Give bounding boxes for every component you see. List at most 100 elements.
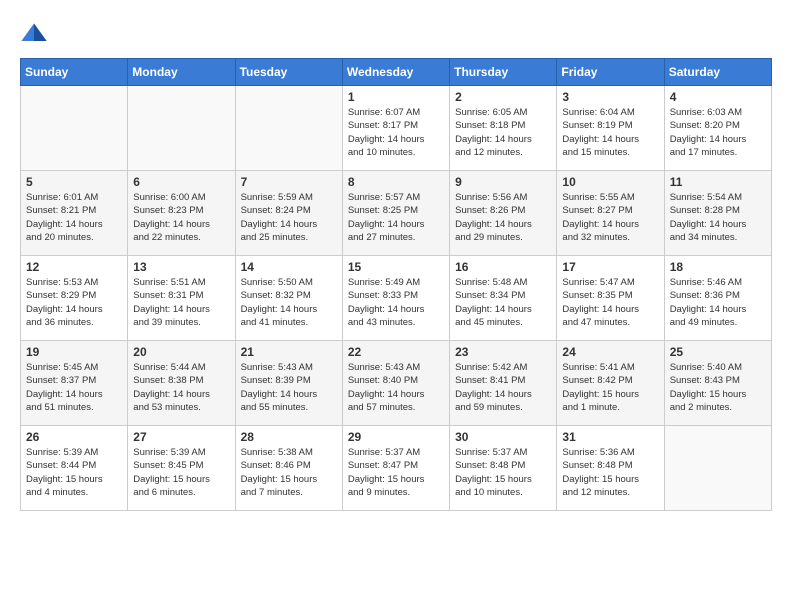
calendar-cell: 31 Sunrise: 5:36 AM Sunset: 8:48 PM Dayli… bbox=[557, 426, 664, 511]
day-number: 30 bbox=[455, 430, 551, 444]
day-info: Sunrise: 5:47 AM Sunset: 8:35 PM Dayligh… bbox=[562, 276, 658, 329]
day-number: 9 bbox=[455, 175, 551, 189]
day-number: 27 bbox=[133, 430, 229, 444]
calendar-cell: 19 Sunrise: 5:45 AM Sunset: 8:37 PM Dayli… bbox=[21, 341, 128, 426]
day-number: 1 bbox=[348, 90, 444, 104]
day-number: 28 bbox=[241, 430, 337, 444]
day-info: Sunrise: 5:45 AM Sunset: 8:37 PM Dayligh… bbox=[26, 361, 122, 414]
weekday-header-sunday: Sunday bbox=[21, 59, 128, 86]
day-info: Sunrise: 5:50 AM Sunset: 8:32 PM Dayligh… bbox=[241, 276, 337, 329]
day-info: Sunrise: 6:05 AM Sunset: 8:18 PM Dayligh… bbox=[455, 106, 551, 159]
calendar-cell: 2 Sunrise: 6:05 AM Sunset: 8:18 PM Daylig… bbox=[450, 86, 557, 171]
day-info: Sunrise: 6:04 AM Sunset: 8:19 PM Dayligh… bbox=[562, 106, 658, 159]
day-info: Sunrise: 5:54 AM Sunset: 8:28 PM Dayligh… bbox=[670, 191, 766, 244]
day-number: 8 bbox=[348, 175, 444, 189]
weekday-header-monday: Monday bbox=[128, 59, 235, 86]
day-info: Sunrise: 5:39 AM Sunset: 8:44 PM Dayligh… bbox=[26, 446, 122, 499]
calendar-cell: 21Sunrise: 5:43 AM Sunset: 8:39 PM Dayli… bbox=[235, 341, 342, 426]
day-info: Sunrise: 5:43 AM Sunset: 8:40 PM Dayligh… bbox=[348, 361, 444, 414]
day-number: 24 bbox=[562, 345, 658, 359]
day-number: 18 bbox=[670, 260, 766, 274]
day-info: Sunrise: 5:37 AM Sunset: 8:47 PM Dayligh… bbox=[348, 446, 444, 499]
day-info: Sunrise: 5:38 AM Sunset: 8:46 PM Dayligh… bbox=[241, 446, 337, 499]
day-info: Sunrise: 6:01 AM Sunset: 8:21 PM Dayligh… bbox=[26, 191, 122, 244]
day-info: Sunrise: 5:40 AM Sunset: 8:43 PM Dayligh… bbox=[670, 361, 766, 414]
day-number: 4 bbox=[670, 90, 766, 104]
day-number: 2 bbox=[455, 90, 551, 104]
calendar-cell: 23 Sunrise: 5:42 AM Sunset: 8:41 PM Dayli… bbox=[450, 341, 557, 426]
calendar-cell: 9 Sunrise: 5:56 AM Sunset: 8:26 PM Daylig… bbox=[450, 171, 557, 256]
day-info: Sunrise: 6:07 AM Sunset: 8:17 PM Dayligh… bbox=[348, 106, 444, 159]
day-info: Sunrise: 5:41 AM Sunset: 8:42 PM Dayligh… bbox=[562, 361, 658, 414]
day-number: 16 bbox=[455, 260, 551, 274]
calendar-cell: 6 Sunrise: 6:00 AM Sunset: 8:23 PM Daylig… bbox=[128, 171, 235, 256]
calendar-cell: 22 Sunrise: 5:43 AM Sunset: 8:40 PM Dayli… bbox=[342, 341, 449, 426]
calendar-cell bbox=[235, 86, 342, 171]
calendar-cell: 11 Sunrise: 5:54 AM Sunset: 8:28 PM Dayli… bbox=[664, 171, 771, 256]
day-number: 7 bbox=[241, 175, 337, 189]
calendar-cell: 17 Sunrise: 5:47 AM Sunset: 8:35 PM Dayli… bbox=[557, 256, 664, 341]
calendar-cell: 25Sunrise: 5:40 AM Sunset: 8:43 PM Dayli… bbox=[664, 341, 771, 426]
calendar-cell: 24 Sunrise: 5:41 AM Sunset: 8:42 PM Dayli… bbox=[557, 341, 664, 426]
day-number: 12 bbox=[26, 260, 122, 274]
day-number: 17 bbox=[562, 260, 658, 274]
day-info: Sunrise: 5:57 AM Sunset: 8:25 PM Dayligh… bbox=[348, 191, 444, 244]
day-info: Sunrise: 6:03 AM Sunset: 8:20 PM Dayligh… bbox=[670, 106, 766, 159]
calendar-cell: 16 Sunrise: 5:48 AM Sunset: 8:34 PM Dayli… bbox=[450, 256, 557, 341]
day-number: 29 bbox=[348, 430, 444, 444]
day-number: 6 bbox=[133, 175, 229, 189]
day-info: Sunrise: 5:43 AM Sunset: 8:39 PM Dayligh… bbox=[241, 361, 337, 414]
weekday-header-wednesday: Wednesday bbox=[342, 59, 449, 86]
day-info: Sunrise: 5:49 AM Sunset: 8:33 PM Dayligh… bbox=[348, 276, 444, 329]
calendar-cell: 28 Sunrise: 5:38 AM Sunset: 8:46 PM Dayli… bbox=[235, 426, 342, 511]
calendar-cell: 1 Sunrise: 6:07 AM Sunset: 8:17 PM Daylig… bbox=[342, 86, 449, 171]
week-row-1: 1 Sunrise: 6:07 AM Sunset: 8:17 PM Daylig… bbox=[21, 86, 772, 171]
calendar-cell bbox=[664, 426, 771, 511]
calendar-cell: 4 Sunrise: 6:03 AM Sunset: 8:20 PM Daylig… bbox=[664, 86, 771, 171]
weekday-header-saturday: Saturday bbox=[664, 59, 771, 86]
day-info: Sunrise: 5:36 AM Sunset: 8:48 PM Dayligh… bbox=[562, 446, 658, 499]
calendar-cell bbox=[21, 86, 128, 171]
week-row-3: 12Sunrise: 5:53 AM Sunset: 8:29 PM Dayli… bbox=[21, 256, 772, 341]
day-info: Sunrise: 5:55 AM Sunset: 8:27 PM Dayligh… bbox=[562, 191, 658, 244]
day-info: Sunrise: 5:37 AM Sunset: 8:48 PM Dayligh… bbox=[455, 446, 551, 499]
calendar-cell: 30 Sunrise: 5:37 AM Sunset: 8:48 PM Dayli… bbox=[450, 426, 557, 511]
calendar-cell: 10 Sunrise: 5:55 AM Sunset: 8:27 PM Dayli… bbox=[557, 171, 664, 256]
day-info: Sunrise: 5:48 AM Sunset: 8:34 PM Dayligh… bbox=[455, 276, 551, 329]
day-number: 23 bbox=[455, 345, 551, 359]
day-info: Sunrise: 5:56 AM Sunset: 8:26 PM Dayligh… bbox=[455, 191, 551, 244]
day-number: 22 bbox=[348, 345, 444, 359]
calendar-cell: 26 Sunrise: 5:39 AM Sunset: 8:44 PM Dayli… bbox=[21, 426, 128, 511]
calendar-cell: 12Sunrise: 5:53 AM Sunset: 8:29 PM Dayli… bbox=[21, 256, 128, 341]
calendar-cell bbox=[128, 86, 235, 171]
calendar-cell: 5 Sunrise: 6:01 AM Sunset: 8:21 PM Daylig… bbox=[21, 171, 128, 256]
day-info: Sunrise: 6:00 AM Sunset: 8:23 PM Dayligh… bbox=[133, 191, 229, 244]
day-info: Sunrise: 5:42 AM Sunset: 8:41 PM Dayligh… bbox=[455, 361, 551, 414]
day-number: 14 bbox=[241, 260, 337, 274]
calendar-cell: 18 Sunrise: 5:46 AM Sunset: 8:36 PM Dayli… bbox=[664, 256, 771, 341]
calendar-cell: 27Sunrise: 5:39 AM Sunset: 8:45 PM Dayli… bbox=[128, 426, 235, 511]
day-number: 31 bbox=[562, 430, 658, 444]
day-info: Sunrise: 5:46 AM Sunset: 8:36 PM Dayligh… bbox=[670, 276, 766, 329]
calendar-cell: 15Sunrise: 5:49 AM Sunset: 8:33 PM Dayli… bbox=[342, 256, 449, 341]
calendar-cell: 14 Sunrise: 5:50 AM Sunset: 8:32 PM Dayli… bbox=[235, 256, 342, 341]
week-row-5: 26 Sunrise: 5:39 AM Sunset: 8:44 PM Dayli… bbox=[21, 426, 772, 511]
calendar-cell: 29 Sunrise: 5:37 AM Sunset: 8:47 PM Dayli… bbox=[342, 426, 449, 511]
weekday-header-tuesday: Tuesday bbox=[235, 59, 342, 86]
day-number: 20 bbox=[133, 345, 229, 359]
day-number: 11 bbox=[670, 175, 766, 189]
calendar-cell: 8 Sunrise: 5:57 AM Sunset: 8:25 PM Daylig… bbox=[342, 171, 449, 256]
day-number: 19 bbox=[26, 345, 122, 359]
calendar-cell: 7Sunrise: 5:59 AM Sunset: 8:24 PM Daylig… bbox=[235, 171, 342, 256]
day-info: Sunrise: 5:51 AM Sunset: 8:31 PM Dayligh… bbox=[133, 276, 229, 329]
week-row-2: 5 Sunrise: 6:01 AM Sunset: 8:21 PM Daylig… bbox=[21, 171, 772, 256]
week-row-4: 19 Sunrise: 5:45 AM Sunset: 8:37 PM Dayli… bbox=[21, 341, 772, 426]
logo bbox=[20, 20, 52, 48]
calendar-table: SundayMondayTuesdayWednesdayThursdayFrid… bbox=[20, 58, 772, 511]
day-number: 5 bbox=[26, 175, 122, 189]
day-number: 26 bbox=[26, 430, 122, 444]
day-number: 10 bbox=[562, 175, 658, 189]
calendar-cell: 3Sunrise: 6:04 AM Sunset: 8:19 PM Daylig… bbox=[557, 86, 664, 171]
calendar-cell: 13 Sunrise: 5:51 AM Sunset: 8:31 PM Dayli… bbox=[128, 256, 235, 341]
day-number: 13 bbox=[133, 260, 229, 274]
